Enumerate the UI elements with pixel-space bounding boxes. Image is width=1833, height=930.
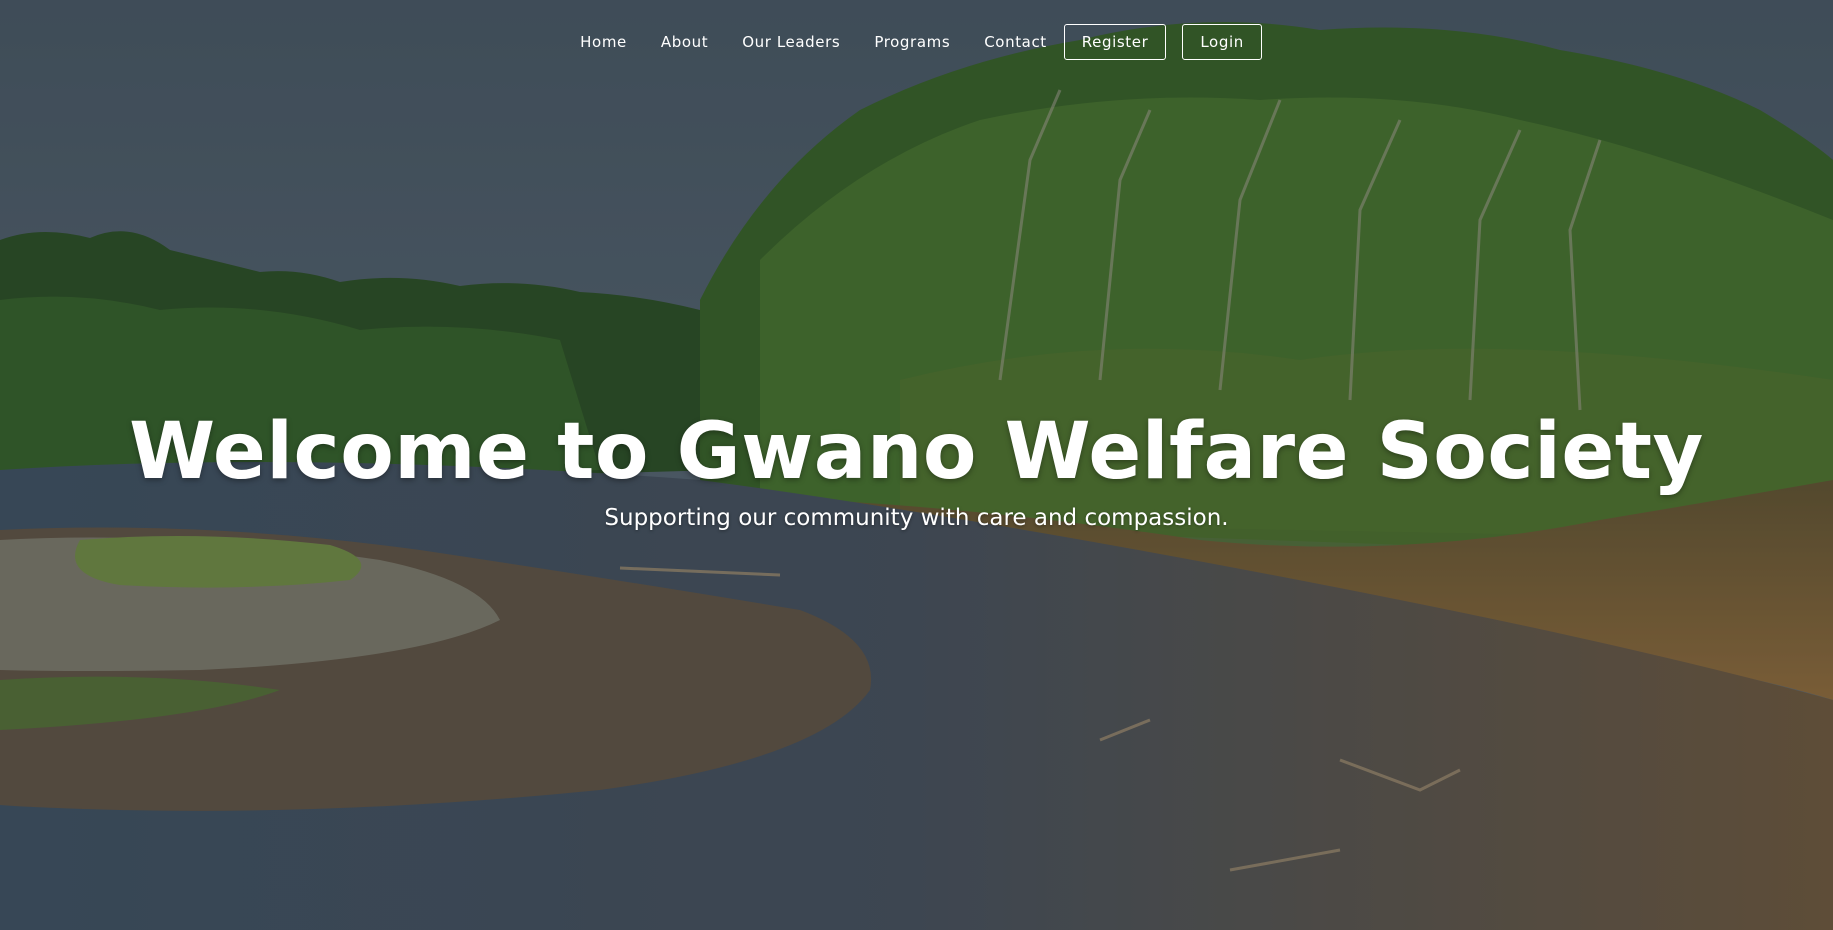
nav-link-home[interactable]: Home xyxy=(563,25,644,59)
hero-text-block: Welcome to Gwano Welfare Society Support… xyxy=(0,404,1833,534)
login-button[interactable]: Login xyxy=(1182,24,1262,60)
nav-link-our-leaders[interactable]: Our Leaders xyxy=(725,25,857,59)
nav-link-programs[interactable]: Programs xyxy=(857,25,967,59)
hero-subtitle: Supporting our community with care and c… xyxy=(604,505,1229,531)
hero-section: Home About Our Leaders Programs Contact … xyxy=(0,0,1833,930)
nav-link-contact[interactable]: Contact xyxy=(967,25,1064,59)
register-button[interactable]: Register xyxy=(1063,24,1167,60)
hero-title: Welcome to Gwano Welfare Society xyxy=(129,407,1704,497)
main-navigation: Home About Our Leaders Programs Contact … xyxy=(0,24,1833,60)
nav-link-about[interactable]: About xyxy=(644,25,725,59)
